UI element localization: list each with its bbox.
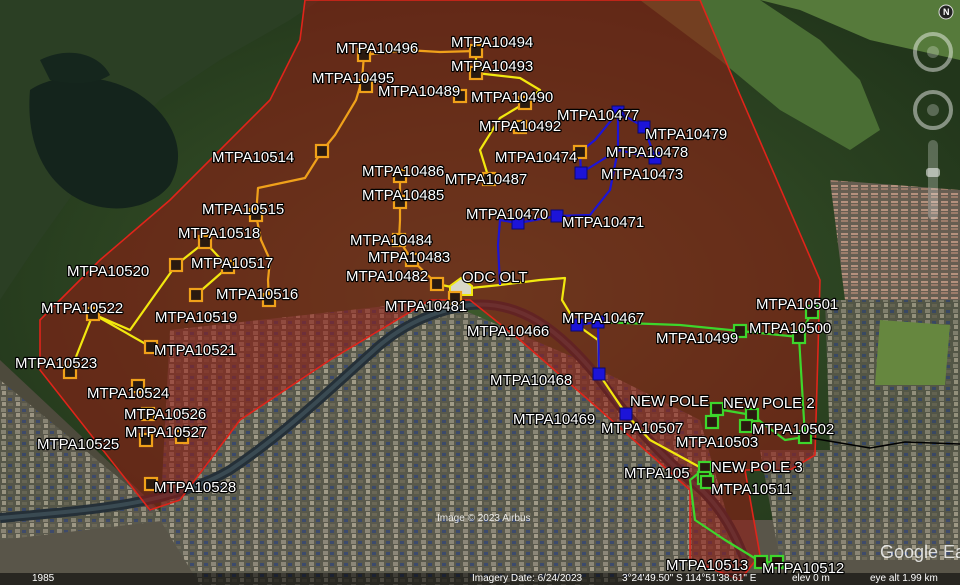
marker-new-pole[interactable]: [709, 401, 725, 417]
label-mtpa10493: MTPA10493: [451, 58, 533, 75]
imagery-watermark: Image © 2023 Airbus: [437, 513, 531, 524]
label-mtpa10516: MTPA10516: [216, 286, 298, 303]
cursor-coordinates: 3°24'49.50" S 114°51'38.61" E: [622, 573, 757, 584]
label-mtpa10507: MTPA10507: [601, 420, 683, 437]
label-mtpa10494: MTPA10494: [451, 34, 533, 51]
compass-north-label: N: [943, 7, 950, 17]
label-new-pole-3: NEW POLE 3: [711, 459, 803, 476]
elevation-readout: elev 0 m: [792, 573, 830, 584]
label-mtpa10490: MTPA10490: [471, 89, 553, 106]
label-mtpa10468: MTPA10468: [490, 372, 572, 389]
orange-pole-icon: [168, 257, 184, 273]
label-mtpa10524: MTPA10524: [87, 385, 169, 402]
label-new-pole: NEW POLE: [630, 393, 709, 410]
label-mtpa10496: MTPA10496: [336, 40, 418, 57]
label-mtpa10466: MTPA10466: [467, 323, 549, 340]
label-mtpa10526: MTPA10526: [124, 406, 206, 423]
label-mtpa10479: MTPA10479: [645, 126, 727, 143]
label-mtpa10483: MTPA10483: [368, 249, 450, 266]
compass-rose[interactable]: N: [938, 4, 954, 20]
green-pole-icon: [738, 418, 754, 434]
satellite-map[interactable]: MTPA10496 MTPA10494MTPA10493MTPA10495MTPA…: [0, 0, 960, 585]
label-new-pole-2: NEW POLE 2: [723, 395, 815, 412]
label-mtpa10511: MTPA10511: [711, 481, 792, 498]
label-mtpa10477: MTPA10477: [557, 107, 639, 124]
blue-pole-icon: [574, 166, 588, 180]
label-mtpa10527: MTPA10527: [125, 424, 207, 441]
status-bar: 1985 Imagery Date: 6/24/2023 3°24'49.50"…: [0, 573, 960, 585]
label-mtpa10473: MTPA10473: [601, 166, 683, 183]
google-earth-logo: Google Earth: [880, 542, 960, 562]
green-pole-icon: [704, 414, 720, 430]
label-mtpa10518: MTPA10518: [178, 225, 260, 242]
blue-pole-icon: [592, 367, 606, 381]
label-mtpa10522: MTPA10522: [41, 300, 123, 317]
label-mtpa10520: MTPA10520: [67, 263, 149, 280]
label-mtpa10499: MTPA10499: [656, 330, 738, 347]
label-mtpa10471: MTPA10471: [562, 214, 644, 231]
zoom-slider-track: [928, 140, 938, 220]
label-mtpa10513: MTPA10513: [666, 557, 748, 574]
label-mtpa10481: MTPA10481: [385, 298, 467, 315]
marker-mtpa10473[interactable]: [574, 166, 588, 180]
label-mtpa10523: MTPA10523: [15, 355, 97, 372]
label-mtpa10519: MTPA10519: [155, 309, 237, 326]
label-mtpa10469: MTPA10469: [513, 411, 595, 428]
label-mtpa10501: MTPA10501: [756, 296, 838, 313]
marker-mtpa10503[interactable]: [738, 418, 754, 434]
look-joystick-center: [927, 46, 939, 58]
label-mtpa10521: MTPA10521: [154, 342, 236, 359]
label-mtpa10482: MTPA10482: [346, 268, 428, 285]
marker-mtpa10468[interactable]: [592, 367, 606, 381]
marker-mtpa10519[interactable]: [188, 287, 204, 303]
historical-imagery-year[interactable]: 1985: [32, 573, 54, 585]
green-pole-icon: [709, 401, 725, 417]
marker-mtpa10482[interactable]: [429, 276, 445, 292]
orange-pole-icon: [188, 287, 204, 303]
nav-controls-art: [913, 32, 953, 220]
orange-pole-icon: [314, 143, 330, 159]
label-mtpa10503: MTPA10503: [676, 434, 758, 451]
label-mtpa10485: MTPA10485: [362, 187, 444, 204]
label-mtpa10528: MTPA10528: [154, 479, 236, 496]
label-mtpa10486: MTPA10486: [362, 163, 444, 180]
label-mtpa10515: MTPA10515: [202, 201, 284, 218]
imagery-date: Imagery Date: 6/24/2023: [472, 573, 583, 584]
label-mtpa10502: MTPA10502: [752, 421, 834, 438]
map-viewport[interactable]: MTPA10496 MTPA10494 MTPA10493 MTPA10495 MTPA…: [0, 0, 960, 585]
marker-mtpa10507[interactable]: [704, 414, 720, 430]
zoom-slider-handle: [926, 168, 940, 177]
label-mtpa10484: MTPA10484: [350, 232, 432, 249]
label-mtpa10489: MTPA10489: [378, 83, 460, 100]
label-mtpa10525: MTPA10525: [37, 436, 119, 453]
label-mtpa10492: MTPA10492: [479, 118, 561, 135]
orange-pole-icon: [429, 276, 445, 292]
label-mtpa10487: MTPA10487: [445, 171, 527, 188]
eye-altitude-readout: eye alt 1.99 km: [870, 573, 938, 584]
label-mtpa10478: MTPA10478: [606, 144, 688, 161]
label-mtpa10474: MTPA10474: [495, 149, 577, 166]
label-mtpa10500: MTPA10500: [749, 320, 831, 337]
label-mtpa10514: MTPA10514: [212, 149, 294, 166]
marker-mtpa10514[interactable]: [314, 143, 330, 159]
label-mtpa10470: MTPA10470: [466, 206, 548, 223]
label-mtpa105-partial: MTPA105: [624, 465, 690, 482]
navigation-controls[interactable]: [912, 18, 954, 228]
label-mtpa10467: MTPA10467: [562, 310, 644, 327]
label-mtpa10517: MTPA10517: [191, 255, 273, 272]
move-joystick-center: [927, 104, 939, 116]
marker-mtpa10520[interactable]: [168, 257, 184, 273]
label-odc-olt: ODC OLT: [462, 269, 528, 286]
